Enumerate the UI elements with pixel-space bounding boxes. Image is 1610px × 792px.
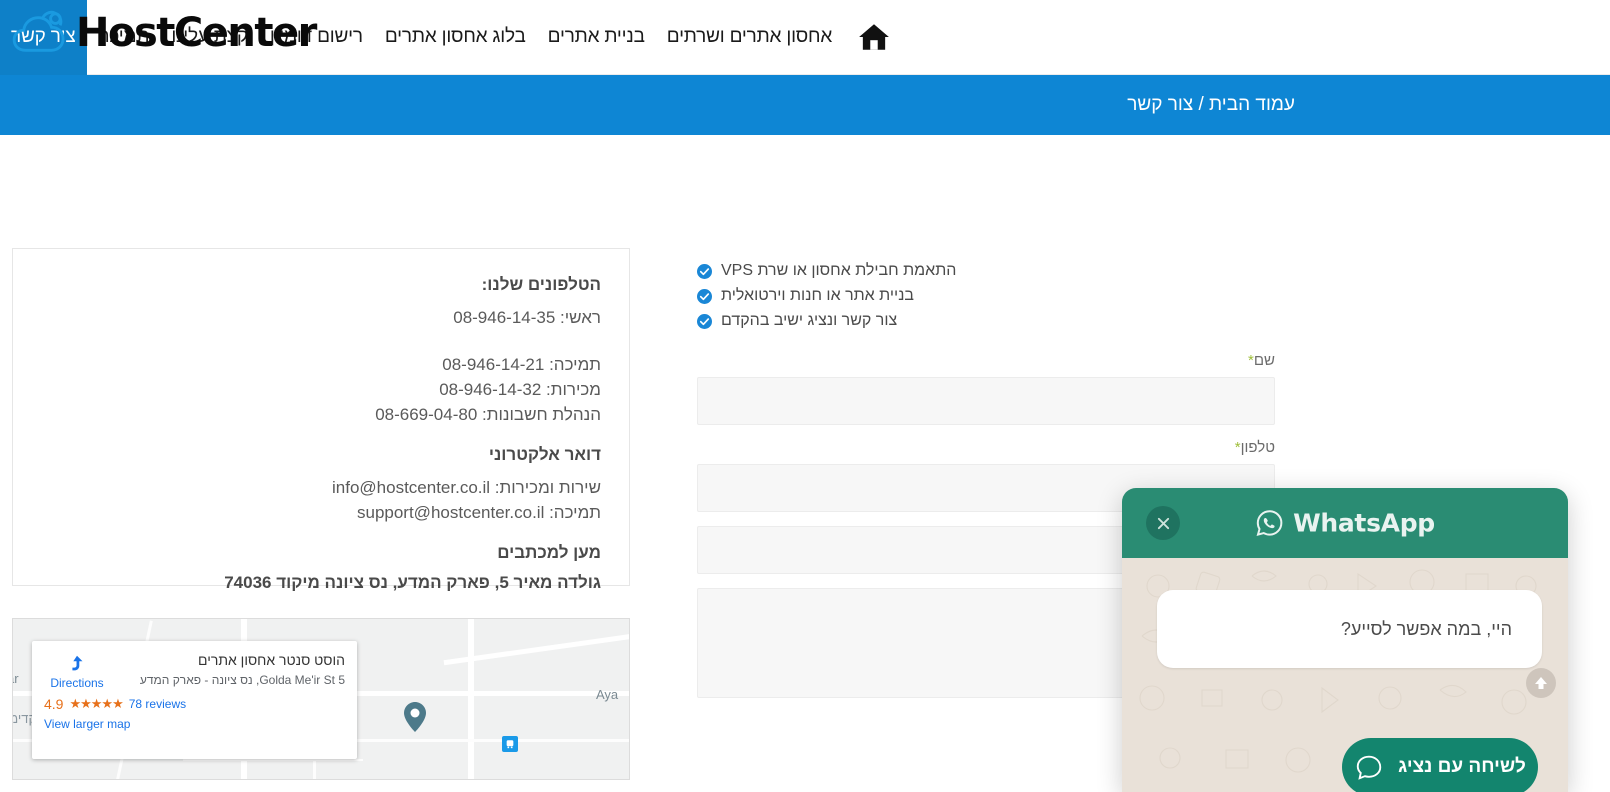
contact-page: HostCenter אחסון אתרים ושרתים בניית אתרי… <box>0 0 1610 792</box>
close-icon <box>1157 517 1169 529</box>
map-directions-label: Directions <box>50 676 104 690</box>
benefit-item: צור קשר ונציג ישיב בהקדם <box>697 312 1275 330</box>
nav-label: בניית אתרים <box>547 26 645 47</box>
phones-heading: הטלפונים שלנו: <box>481 275 601 294</box>
rating-reviews[interactable]: 78 reviews <box>129 697 186 711</box>
benefit-item: התאמת חבילת אחסון או שרת VPS <box>697 262 1275 280</box>
map-label-aya: Aya <box>596 687 619 702</box>
map-road <box>468 619 474 779</box>
phone-label-text: טלפון <box>1240 439 1275 456</box>
nav-item-blog[interactable]: בלוג אחסון אתרים <box>374 0 537 75</box>
address-heading: מען למכתבים <box>497 543 601 562</box>
map-road <box>183 759 363 761</box>
email-heading: דואר אלקטרוני <box>488 445 601 464</box>
benefit-item: בניית אתר או חנות וירטואלית <box>697 287 1275 305</box>
whatsapp-greeting-text: היי, במה אפשר לסייע? <box>1340 618 1512 639</box>
benefit-label: התאמת חבילת אחסון או שרת VPS <box>721 262 957 279</box>
map-label-partial: ar <box>13 671 19 686</box>
benefit-label: צור קשר ונציג ישיב בהקדם <box>721 312 898 329</box>
contact-details-card: הטלפונים שלנו: ראשי: 08-946-14-35 תמיכה:… <box>12 248 630 592</box>
rating-score: 4.9 <box>44 696 64 712</box>
name-input[interactable] <box>697 377 1275 425</box>
rating-stars: ★★★★★ <box>69 696 123 711</box>
view-larger-map-link[interactable]: View larger map <box>44 717 345 731</box>
whatsapp-brand: WhatsApp <box>1255 509 1435 538</box>
site-header: HostCenter אחסון אתרים ושרתים בניית אתרי… <box>0 0 1610 75</box>
name-label-text: שם <box>1253 352 1275 369</box>
whatsapp-chat-button[interactable]: לשיחה עם נציג <box>1342 738 1538 792</box>
whatsapp-header: WhatsApp <box>1122 488 1568 558</box>
map-rating: 4.9 ★★★★★ 78 reviews <box>44 696 345 712</box>
scroll-to-top-button[interactable] <box>1526 668 1556 698</box>
map-place-address: Golda Me'ir St 5, נס ציונה - פארק המדע <box>139 673 345 687</box>
directions-arrow-icon <box>72 655 83 671</box>
nav-item-hosting[interactable]: אחסון אתרים ושרתים <box>656 0 843 75</box>
whatsapp-chat-label: לשיחה עם נציג <box>1398 756 1526 777</box>
whatsapp-greeting-bubble: היי, במה אפשר לסייע? <box>1157 590 1542 668</box>
whatsapp-widget: WhatsApp היי, במה אפשר לסייע? לשיחה עם נ… <box>1122 488 1568 792</box>
nav-label: בלוג אחסון אתרים <box>384 26 526 47</box>
map-pin-icon <box>404 702 426 732</box>
map-info-card: הוסט סנטר אחסון אתרים Golda Me'ir St 5, … <box>32 641 357 759</box>
check-circle-icon <box>697 313 712 329</box>
site-logo[interactable]: HostCenter <box>12 10 317 56</box>
check-circle-icon <box>697 288 712 304</box>
phone-label: טלפון* <box>697 439 1275 456</box>
phone-sales: מכירות: 08-946-14-32 <box>439 380 601 399</box>
whatsapp-icon <box>1256 510 1283 537</box>
benefit-label: בניית אתר או חנות וירטואלית <box>721 287 914 304</box>
breadcrumb[interactable]: עמוד הבית / צור קשר <box>1127 94 1295 116</box>
cloud-icon <box>12 10 65 52</box>
field-name: שם* <box>697 352 1275 425</box>
phone-billing: הנהלת חשבונות: 08-669-04-80 <box>375 405 601 424</box>
check-circle-icon <box>697 263 712 279</box>
phone-main: ראשי: 08-946-14-35 <box>453 308 601 327</box>
breadcrumb-bar: עמוד הבית / צור קשר <box>0 75 1610 135</box>
map-place-title: הוסט סנטר אחסון אתרים <box>198 652 345 668</box>
nav-item-home[interactable] <box>843 0 909 75</box>
name-label: שם* <box>697 352 1275 369</box>
transit-station-icon <box>502 736 518 752</box>
nav-label: אחסון אתרים ושרתים <box>666 26 833 47</box>
whatsapp-close-button[interactable] <box>1146 506 1180 540</box>
map-directions-button[interactable]: Directions <box>44 651 110 690</box>
address-line: גולדה מאיר 5, פארק המדע, נס ציונה מיקוד … <box>224 573 601 592</box>
nav-item-web-building[interactable]: בניית אתרים <box>537 0 656 75</box>
whatsapp-brand-text: WhatsApp <box>1293 508 1435 538</box>
email-support[interactable]: תמיכה: support@hostcenter.co.il <box>41 500 601 525</box>
logo-text: HostCenter <box>76 10 317 56</box>
phone-support: תמיכה: 08-946-14-21 <box>442 355 601 374</box>
chat-bubble-icon <box>1356 755 1382 780</box>
email-sales[interactable]: שירות ומכירות: info@hostcenter.co.il <box>41 475 601 500</box>
whatsapp-body: היי, במה אפשר לסייע? לשיחה עם נציג <box>1122 558 1568 792</box>
benefits-list: התאמת חבילת אחסון או שרת VPS בניית אתר א… <box>697 262 1275 330</box>
arrow-up-icon <box>1535 677 1547 689</box>
home-icon <box>859 24 889 50</box>
